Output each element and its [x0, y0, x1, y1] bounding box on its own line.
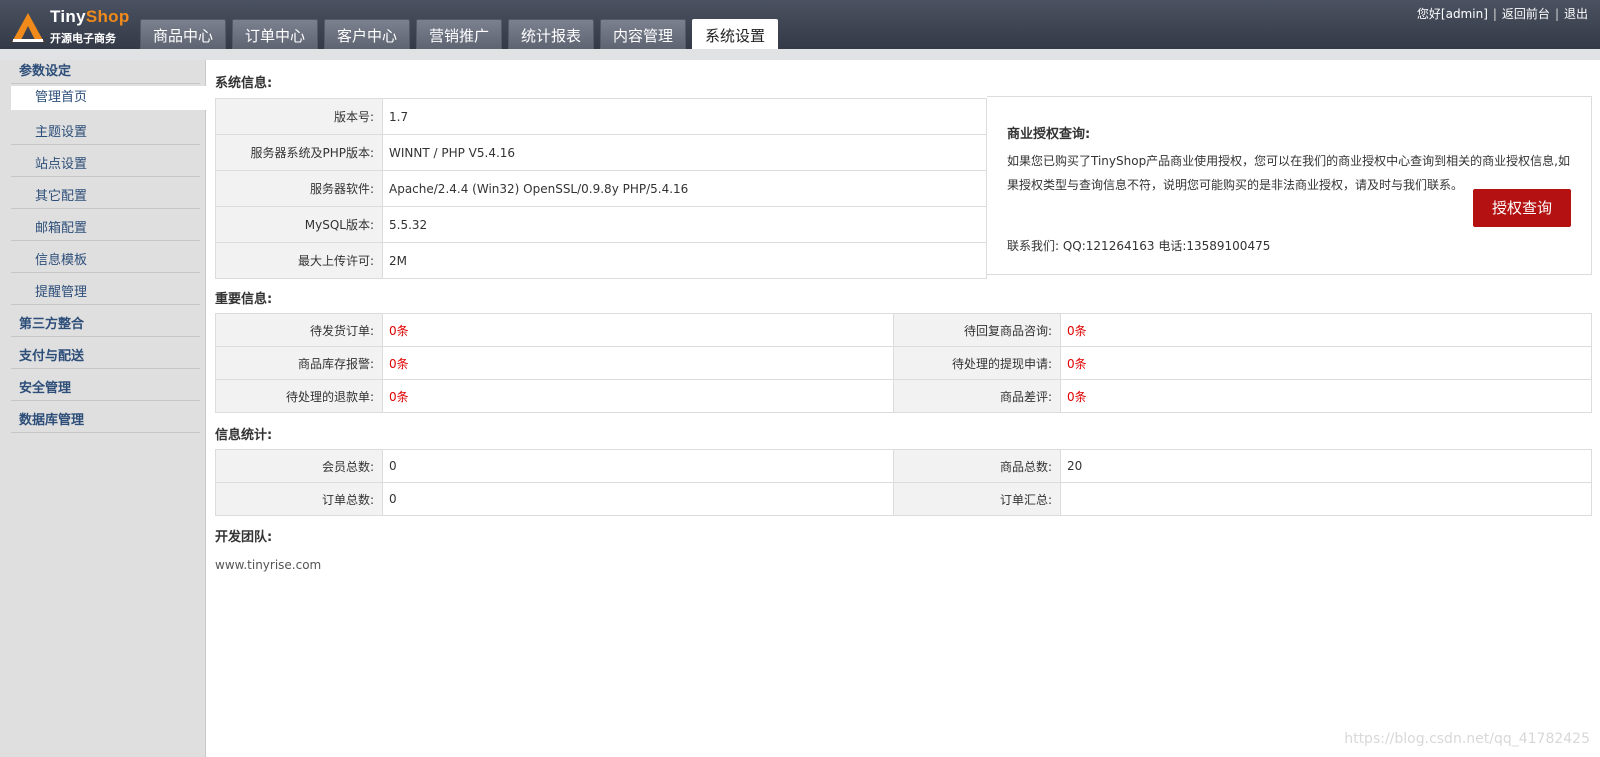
- header-gutter: [0, 49, 1600, 60]
- tab-system-settings[interactable]: 系统设置: [692, 19, 778, 49]
- system-info-title: 系统信息:: [215, 76, 273, 91]
- tab-marketing[interactable]: 营销推广: [416, 19, 502, 49]
- table-row: 待处理的退款单: 0条 商品差评: 0条: [215, 379, 1592, 413]
- contact-info: 联系我们: QQ:121264163 电话:13589100475: [1007, 239, 1271, 253]
- top-header: TinyShop 开源电子商务 商品中心 订单中心 客户中心 营销推广 统计报表…: [0, 0, 1600, 49]
- tab-reports[interactable]: 统计报表: [508, 19, 594, 49]
- tinyshop-logo[interactable]: TinyShop 开源电子商务: [10, 6, 132, 46]
- logout-link[interactable]: 退出: [1564, 5, 1588, 22]
- info-label: 待回复商品咨询:: [893, 313, 1061, 347]
- negative-review-value[interactable]: 0条: [1060, 379, 1592, 413]
- stats-table: 会员总数: 0 商品总数: 20 订单总数: 0 订单汇总:: [215, 449, 1592, 516]
- info-value: Apache/2.4.4 (Win32) OpenSSL/0.9.8y PHP/…: [382, 170, 987, 207]
- info-label: 最大上传许可:: [215, 242, 383, 279]
- separator: |: [1554, 6, 1559, 21]
- back-to-frontend-link[interactable]: 返回前台: [1502, 5, 1550, 22]
- important-info-title: 重要信息:: [215, 292, 273, 307]
- sidebar-group-params[interactable]: 参数设定: [11, 60, 200, 84]
- product-count-value: 20: [1060, 449, 1592, 483]
- tab-product-center[interactable]: 商品中心: [140, 19, 226, 49]
- tab-order-center[interactable]: 订单中心: [232, 19, 318, 49]
- sidebar-group-database[interactable]: 数据库管理: [11, 409, 200, 433]
- info-label: 服务器软件:: [215, 170, 383, 207]
- sidebar-item-reminders[interactable]: 提醒管理: [11, 281, 200, 305]
- logo-subtitle: 开源电子商务: [50, 32, 116, 45]
- order-count-value: 0: [382, 482, 894, 516]
- sidebar-item-mail-config[interactable]: 邮箱配置: [11, 217, 200, 241]
- sidebar-group-third-party[interactable]: 第三方整合: [11, 313, 200, 337]
- info-label: 待处理的提现申请:: [893, 346, 1061, 380]
- sidebar-item-admin-home[interactable]: 管理首页: [11, 86, 207, 110]
- table-row: 服务器系统及PHP版本: WINNT / PHP V5.4.16: [215, 134, 987, 171]
- stock-alert-value[interactable]: 0条: [382, 346, 894, 380]
- tab-customer-center[interactable]: 客户中心: [324, 19, 410, 49]
- sidebar-item-theme[interactable]: 主题设置: [11, 121, 200, 145]
- info-value: 2M: [382, 242, 987, 279]
- info-label: 商品差评:: [893, 379, 1061, 413]
- license-title: 商业授权查询:: [1007, 127, 1091, 142]
- user-links: 您好[admin] | 返回前台 | 退出: [1417, 5, 1588, 22]
- sidebar-item-other-config[interactable]: 其它配置: [11, 185, 200, 209]
- sidebar-group-payment-shipping[interactable]: 支付与配送: [11, 345, 200, 369]
- team-website[interactable]: www.tinyrise.com: [215, 558, 321, 572]
- info-label: 订单总数:: [215, 482, 383, 516]
- order-summary-value: [1060, 482, 1592, 516]
- main-nav: 商品中心 订单中心 客户中心 营销推广 统计报表 内容管理 系统设置: [140, 19, 784, 49]
- info-label: 版本号:: [215, 98, 383, 135]
- tab-content-management[interactable]: 内容管理: [600, 19, 686, 49]
- table-row: 待发货订单: 0条 待回复商品咨询: 0条: [215, 313, 1592, 347]
- separator: |: [1492, 6, 1497, 21]
- license-query-button[interactable]: 授权查询: [1473, 189, 1571, 227]
- stats-title: 信息统计:: [215, 428, 273, 443]
- info-label: 商品总数:: [893, 449, 1061, 483]
- info-label: 商品库存报警:: [215, 346, 383, 380]
- sidebar-item-message-template[interactable]: 信息模板: [11, 249, 200, 273]
- pending-inquiry-value[interactable]: 0条: [1060, 313, 1592, 347]
- pending-shipment-value[interactable]: 0条: [382, 313, 894, 347]
- sidebar-item-site[interactable]: 站点设置: [11, 153, 200, 177]
- info-label: 待发货订单:: [215, 313, 383, 347]
- info-value: 5.5.32: [382, 206, 987, 243]
- table-row: 服务器软件: Apache/2.4.4 (Win32) OpenSSL/0.9.…: [215, 170, 987, 207]
- logo-brand: TinyShop: [50, 7, 130, 26]
- withdrawal-request-value[interactable]: 0条: [1060, 346, 1592, 380]
- table-row: 商品库存报警: 0条 待处理的提现申请: 0条: [215, 346, 1592, 380]
- info-label: 会员总数:: [215, 449, 383, 483]
- info-label: 订单汇总:: [893, 482, 1061, 516]
- info-label: 服务器系统及PHP版本:: [215, 134, 383, 171]
- info-value: WINNT / PHP V5.4.16: [382, 134, 987, 171]
- table-row: 最大上传许可: 2M: [215, 242, 987, 279]
- info-label: MySQL版本:: [215, 206, 383, 243]
- member-count-value: 0: [382, 449, 894, 483]
- logo-mark-icon: [12, 13, 44, 42]
- license-panel: 商业授权查询: 如果您已购买了TinyShop产品商业使用授权，您可以在我们的商…: [987, 96, 1592, 275]
- refund-pending-value[interactable]: 0条: [382, 379, 894, 413]
- table-row: 版本号: 1.7: [215, 98, 987, 135]
- info-label: 待处理的退款单:: [215, 379, 383, 413]
- important-info-table: 待发货订单: 0条 待回复商品咨询: 0条 商品库存报警: 0条 待处理的提现申…: [215, 313, 1592, 413]
- system-info-table: 版本号: 1.7 服务器系统及PHP版本: WINNT / PHP V5.4.1…: [215, 98, 987, 279]
- table-row: MySQL版本: 5.5.32: [215, 206, 987, 243]
- watermark-text: https://blog.csdn.net/qq_41782425: [1344, 731, 1590, 747]
- table-row: 订单总数: 0 订单汇总:: [215, 482, 1592, 516]
- sidebar-group-security[interactable]: 安全管理: [11, 377, 200, 401]
- table-row: 会员总数: 0 商品总数: 20: [215, 449, 1592, 483]
- team-title: 开发团队:: [215, 530, 273, 545]
- sidebar: 参数设定 管理首页 主题设置 站点设置 其它配置 邮箱配置 信息模板 提醒管理 …: [0, 60, 207, 757]
- info-value: 1.7: [382, 98, 987, 135]
- greeting-text: 您好[admin]: [1416, 7, 1488, 21]
